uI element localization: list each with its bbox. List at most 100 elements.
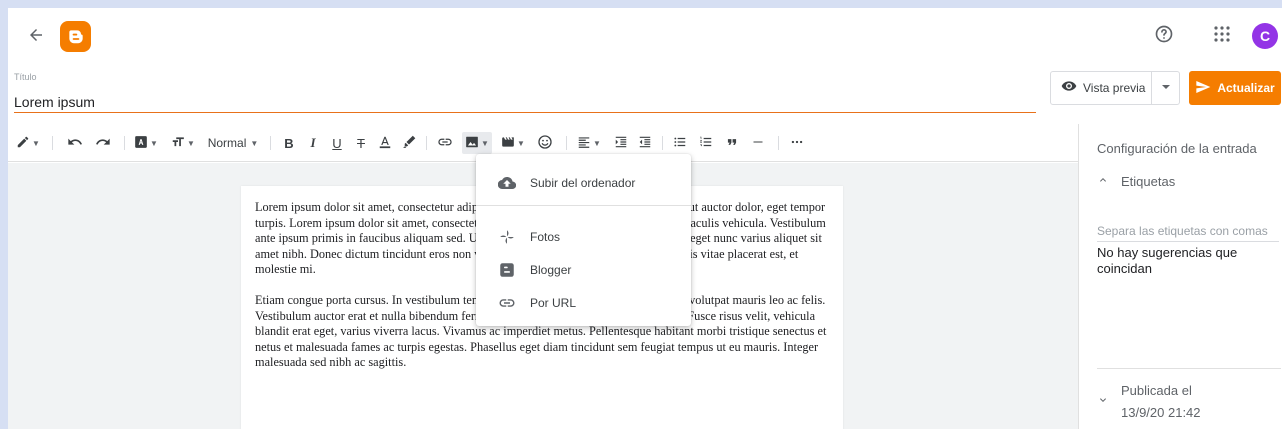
- highlight-button[interactable]: [400, 132, 418, 154]
- redo-icon: [95, 134, 111, 153]
- toolbar-separator: [52, 136, 53, 150]
- toolbar-separator: [426, 136, 427, 150]
- preview-button[interactable]: Vista previa: [1051, 72, 1153, 104]
- published-label: Publicada el: [1121, 383, 1192, 398]
- emoji-button[interactable]: [534, 132, 556, 154]
- font-size-button[interactable]: ▼: [168, 132, 198, 154]
- blogger-icon: [498, 261, 516, 279]
- insert-image-menu: Subir del ordenador Fotos Blogger Por UR…: [476, 154, 691, 326]
- title-input[interactable]: [14, 91, 1036, 113]
- google-photos-icon: [498, 228, 516, 246]
- horizontal-rule-button[interactable]: [748, 132, 768, 154]
- labels-section-toggle[interactable]: Etiquetas: [1097, 174, 1175, 189]
- bulleted-list-button[interactable]: [670, 132, 690, 154]
- sidebar-divider: [1097, 368, 1281, 369]
- avatar[interactable]: C: [1252, 23, 1278, 49]
- caret-down-icon: [1161, 79, 1171, 97]
- text-color-icon: [378, 135, 392, 152]
- preview-button-group: Vista previa: [1050, 71, 1180, 105]
- more-horizontal-icon: [790, 135, 804, 152]
- strikethrough-button[interactable]: T: [352, 132, 370, 154]
- text-color-button[interactable]: [376, 132, 394, 154]
- underline-button[interactable]: U: [328, 132, 346, 154]
- more-options-button[interactable]: [786, 132, 808, 154]
- numbered-list-button[interactable]: [696, 132, 716, 154]
- indent-icon: [614, 135, 628, 152]
- outdent-button[interactable]: [636, 132, 654, 154]
- link-icon: [498, 294, 516, 312]
- italic-icon: I: [310, 135, 316, 150]
- menu-item-label: Fotos: [530, 230, 561, 244]
- toolbar-separator: [124, 136, 125, 150]
- bold-button[interactable]: B: [280, 132, 298, 154]
- toolbar-separator: [662, 136, 663, 150]
- blogger-editor: C Título Vista previa Actualizar ▼: [8, 8, 1282, 429]
- published-section-toggle[interactable]: Publicada el 13/9/20 21:42: [1097, 380, 1201, 424]
- blogger-logo-icon[interactable]: [60, 21, 91, 52]
- menu-item-label: Por URL: [530, 296, 577, 310]
- font-button[interactable]: ▼: [132, 132, 160, 154]
- strikethrough-icon: T: [357, 135, 365, 151]
- insert-video-button[interactable]: ▼: [498, 132, 528, 154]
- align-button[interactable]: ▼: [574, 132, 604, 154]
- redo-button[interactable]: [92, 132, 114, 154]
- image-icon: [465, 135, 479, 152]
- bold-icon: B: [284, 135, 294, 151]
- quote-button[interactable]: [722, 132, 742, 154]
- link-button[interactable]: [434, 132, 456, 154]
- toolbar-separator: [270, 136, 271, 150]
- apps-grid-icon: [1214, 25, 1230, 47]
- font-icon: [134, 135, 148, 152]
- undo-button[interactable]: [64, 132, 86, 154]
- apps-button[interactable]: [1210, 24, 1234, 48]
- underline-icon: U: [332, 135, 342, 151]
- marker-icon: [402, 135, 416, 152]
- labels-input[interactable]: [1097, 220, 1279, 242]
- published-date: 13/9/20 21:42: [1121, 405, 1201, 420]
- paragraph-style-label: Normal: [207, 136, 247, 150]
- menu-item-upload-from-computer[interactable]: Subir del ordenador: [476, 166, 691, 200]
- insert-image-button[interactable]: ▼: [462, 132, 492, 154]
- menu-item-blogger[interactable]: Blogger: [476, 253, 691, 287]
- cloud-upload-icon: [498, 174, 516, 192]
- arrow-back-icon: [27, 26, 45, 49]
- eye-icon: [1061, 78, 1077, 99]
- help-button[interactable]: [1152, 24, 1176, 48]
- link-icon: [437, 134, 453, 153]
- outdent-icon: [638, 135, 652, 152]
- indent-button[interactable]: [612, 132, 630, 154]
- menu-item-by-url[interactable]: Por URL: [476, 286, 691, 320]
- sidebar-title: Configuración de la entrada: [1097, 141, 1257, 156]
- pencil-icon: [16, 135, 30, 152]
- quote-icon: [725, 135, 739, 152]
- preview-label: Vista previa: [1083, 81, 1146, 95]
- align-left-icon: [577, 135, 591, 152]
- menu-divider: [476, 205, 691, 206]
- toolbar-separator: [778, 136, 779, 150]
- chevron-down-icon: [1097, 393, 1109, 411]
- title-label: Título: [14, 72, 37, 82]
- numbered-list-icon: [699, 135, 713, 152]
- compose-mode-button[interactable]: ▼: [14, 132, 42, 154]
- chevron-up-icon: [1097, 174, 1109, 189]
- undo-icon: [67, 134, 83, 153]
- published-info: Publicada el 13/9/20 21:42: [1121, 380, 1201, 424]
- toolbar-separator: [566, 136, 567, 150]
- labels-section-label: Etiquetas: [1121, 174, 1176, 189]
- send-icon: [1195, 79, 1211, 98]
- update-label: Actualizar: [1217, 81, 1275, 95]
- help-circle-icon: [1154, 24, 1174, 49]
- update-button[interactable]: Actualizar: [1189, 71, 1281, 105]
- bulleted-list-icon: [673, 135, 687, 152]
- preview-dropdown-button[interactable]: [1152, 72, 1179, 104]
- horizontal-rule-icon: [752, 136, 764, 151]
- no-suggestions-text: No hay sugerencias que coincidan: [1097, 245, 1238, 276]
- menu-item-photos[interactable]: Fotos: [476, 220, 691, 254]
- top-bar: C: [8, 8, 1282, 66]
- paragraph-style-select[interactable]: Normal ▼: [204, 132, 262, 154]
- text-size-icon: [171, 135, 185, 152]
- emoji-icon: [537, 134, 553, 153]
- back-button[interactable]: [24, 25, 48, 49]
- italic-button[interactable]: I: [304, 132, 322, 154]
- video-icon: [501, 135, 515, 152]
